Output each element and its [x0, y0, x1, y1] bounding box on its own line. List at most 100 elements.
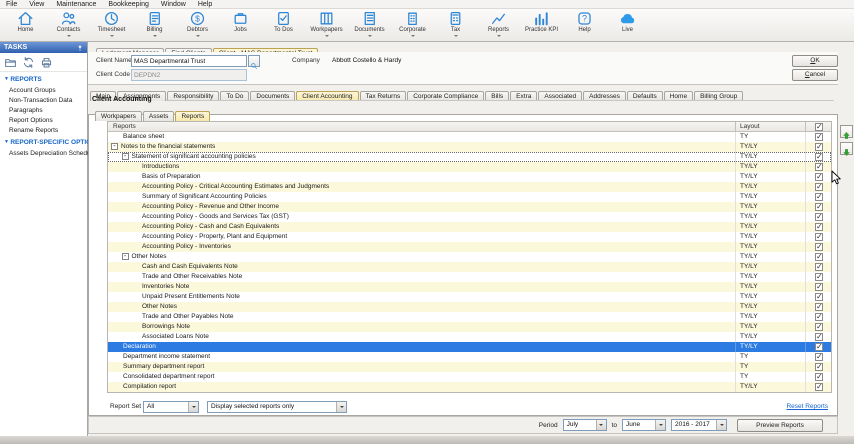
- report-row-accounting-policy-revenue-and-other-income-7[interactable]: Accounting Policy - Revenue and Other In…: [108, 202, 831, 212]
- cancel-button[interactable]: Cancel: [792, 69, 838, 81]
- report-row-accounting-policy-goods-and-services-tax-gst-8[interactable]: Accounting Policy - Goods and Services T…: [108, 212, 831, 222]
- report-checkbox[interactable]: [815, 243, 823, 251]
- report-row-summary-department-report-23[interactable]: Summary department reportTY: [108, 362, 831, 372]
- collapse-icon[interactable]: -: [122, 253, 129, 260]
- client-name-input[interactable]: [131, 55, 247, 67]
- period-from-select[interactable]: July: [563, 419, 607, 431]
- collapse-icon[interactable]: -: [122, 153, 129, 160]
- report-checkbox[interactable]: [815, 193, 823, 201]
- report-checkbox[interactable]: [815, 353, 823, 361]
- search-button[interactable]: [248, 55, 260, 67]
- report-checkbox[interactable]: [815, 313, 823, 321]
- menu-item-help[interactable]: Help: [192, 0, 218, 9]
- report-row-other-notes-12[interactable]: -Other NotesTY/LY: [108, 252, 831, 262]
- report-checkbox[interactable]: [815, 273, 823, 281]
- report-checkbox[interactable]: [815, 373, 823, 381]
- report-checkbox[interactable]: [815, 153, 823, 161]
- sub-tab-reports[interactable]: Reports: [175, 111, 210, 121]
- toolbar-button-debtors[interactable]: $Debtors: [176, 10, 219, 39]
- report-row-associated-loans-note-20[interactable]: Associated Loans NoteTY/LY: [108, 332, 831, 342]
- report-row-accounting-policy-critical-accounting-estimates-and-judgments-5[interactable]: Accounting Policy - Critical Accounting …: [108, 182, 831, 192]
- toolbar-button-workpapers[interactable]: Workpapers: [305, 10, 348, 39]
- menu-item-file[interactable]: File: [0, 0, 23, 9]
- report-row-compilation-report-25[interactable]: Compilation reportTY/LY: [108, 382, 831, 392]
- toolbar-button-live[interactable]: Live: [606, 10, 649, 34]
- toolbar-button-timesheet[interactable]: Timesheet: [90, 10, 133, 39]
- report-row-accounting-policy-property-plant-and-equipment-10[interactable]: Accounting Policy - Property, Plant and …: [108, 232, 831, 242]
- toolbar-button-home[interactable]: Home: [4, 10, 47, 34]
- menu-item-window[interactable]: Window: [155, 0, 192, 9]
- report-checkbox[interactable]: [815, 233, 823, 241]
- display-filter-select[interactable]: Display selected reports only: [207, 401, 347, 413]
- report-row-other-notes-17[interactable]: Other NotesTY/LY: [108, 302, 831, 312]
- toolbar-button-documents[interactable]: Documents: [348, 10, 391, 39]
- report-row-unpaid-present-entitlements-note-16[interactable]: Unpaid Present Entitlements NoteTY/LY: [108, 292, 831, 302]
- tasks-panel-header[interactable]: TASKS: [0, 42, 87, 53]
- report-checkbox[interactable]: [815, 263, 823, 271]
- report-row-basis-of-preparation-4[interactable]: Basis of PreparationTY/LY: [108, 172, 831, 182]
- report-checkbox[interactable]: [815, 213, 823, 221]
- folder-icon[interactable]: [4, 56, 17, 69]
- report-set-select[interactable]: All: [143, 401, 199, 413]
- report-row-department-income-statement-22[interactable]: Department income statementTY: [108, 352, 831, 362]
- ok-button[interactable]: OK: [792, 55, 838, 67]
- sidebar-item-paragraphs[interactable]: Paragraphs: [0, 105, 87, 115]
- report-row-balance-sheet-0[interactable]: Balance sheetTY: [108, 132, 831, 142]
- report-row-accounting-policy-cash-and-cash-equivalents-9[interactable]: Accounting Policy - Cash and Cash Equiva…: [108, 222, 831, 232]
- report-row-statement-of-significant-accounting-policies-2[interactable]: -Statement of significant accounting pol…: [108, 152, 831, 162]
- report-row-trade-and-other-payables-note-18[interactable]: Trade and Other Payables NoteTY/LY: [108, 312, 831, 322]
- toolbar-button-help[interactable]: ?Help: [563, 10, 606, 34]
- report-checkbox[interactable]: [815, 383, 823, 391]
- report-checkbox[interactable]: [815, 253, 823, 261]
- report-row-cash-and-cash-equivalents-note-13[interactable]: Cash and Cash Equivalents NoteTY/LY: [108, 262, 831, 272]
- sidebar-item-account-groups[interactable]: Account Groups: [0, 85, 87, 95]
- report-row-introductions-3[interactable]: IntroductionsTY/LY: [108, 162, 831, 172]
- report-checkbox[interactable]: [815, 203, 823, 211]
- report-checkbox[interactable]: [815, 283, 823, 291]
- grid-header-layout[interactable]: Layout: [735, 122, 805, 131]
- collapse-icon[interactable]: -: [111, 143, 118, 150]
- report-checkbox[interactable]: [815, 163, 823, 171]
- report-row-summary-of-significant-accounting-policies-6[interactable]: Summary of Significant Accounting Polici…: [108, 192, 831, 202]
- toolbar-button-contacts[interactable]: Contacts: [47, 10, 90, 39]
- report-row-consolidated-department-report-24[interactable]: Consolidated department reportTY: [108, 372, 831, 382]
- grid-header-reports[interactable]: Reports: [108, 122, 735, 131]
- report-checkbox[interactable]: [815, 223, 823, 231]
- period-year-select[interactable]: 2016 - 2017: [671, 419, 727, 431]
- toolbar-button-jobs[interactable]: Jobs: [219, 10, 262, 34]
- sidebar-item-assets-depreciation-schedule[interactable]: Assets Depreciation Schedule: [0, 148, 87, 158]
- report-checkbox[interactable]: [815, 133, 823, 141]
- menu-item-maintenance[interactable]: Maintenance: [50, 0, 102, 9]
- toolbar-button-corporate[interactable]: Corporate: [391, 10, 434, 39]
- report-checkbox[interactable]: [815, 343, 823, 351]
- sidebar-item-report-options[interactable]: Report Options: [0, 115, 87, 125]
- select-all-checkbox[interactable]: [815, 123, 823, 131]
- report-checkbox[interactable]: [815, 303, 823, 311]
- sync-icon[interactable]: [22, 56, 35, 69]
- sidebar-section-reports[interactable]: ▼ REPORTS: [0, 72, 87, 85]
- pin-icon[interactable]: [76, 44, 84, 52]
- period-to-select[interactable]: June: [622, 419, 666, 431]
- menu-item-view[interactable]: View: [23, 0, 50, 9]
- toolbar-button-to-dos[interactable]: To Dos: [262, 10, 305, 34]
- report-checkbox[interactable]: [815, 173, 823, 181]
- sidebar-section-report-specific-options[interactable]: ▼ REPORT-SPECIFIC OPTIONS: [0, 135, 87, 148]
- report-checkbox[interactable]: [815, 293, 823, 301]
- report-checkbox[interactable]: [815, 363, 823, 371]
- move-up-button[interactable]: [840, 125, 853, 138]
- print-icon[interactable]: [40, 56, 53, 69]
- reset-reports-link[interactable]: Reset Reports: [786, 403, 828, 410]
- report-row-borrowings-note-19[interactable]: Borrowings NoteTY/LY: [108, 322, 831, 332]
- menu-item-bookkeeping[interactable]: Bookkeeping: [102, 0, 154, 9]
- toolbar-button-billing[interactable]: Billing: [133, 10, 176, 39]
- toolbar-button-reports[interactable]: Reports: [477, 10, 520, 39]
- sub-tab-workpapers[interactable]: Workpapers: [95, 111, 142, 121]
- report-row-declaration-21[interactable]: DeclarationTY/LY: [108, 342, 831, 352]
- sub-tab-assets[interactable]: Assets: [143, 111, 175, 121]
- report-row-trade-and-other-receivables-note-14[interactable]: Trade and Other Receivables NoteTY/LY: [108, 272, 831, 282]
- report-row-inventories-note-15[interactable]: Inventories NoteTY/LY: [108, 282, 831, 292]
- report-checkbox[interactable]: [815, 183, 823, 191]
- sidebar-item-non-transaction-data[interactable]: Non-Transaction Data: [0, 95, 87, 105]
- report-checkbox[interactable]: [815, 323, 823, 331]
- toolbar-button-tax[interactable]: Tax: [434, 10, 477, 39]
